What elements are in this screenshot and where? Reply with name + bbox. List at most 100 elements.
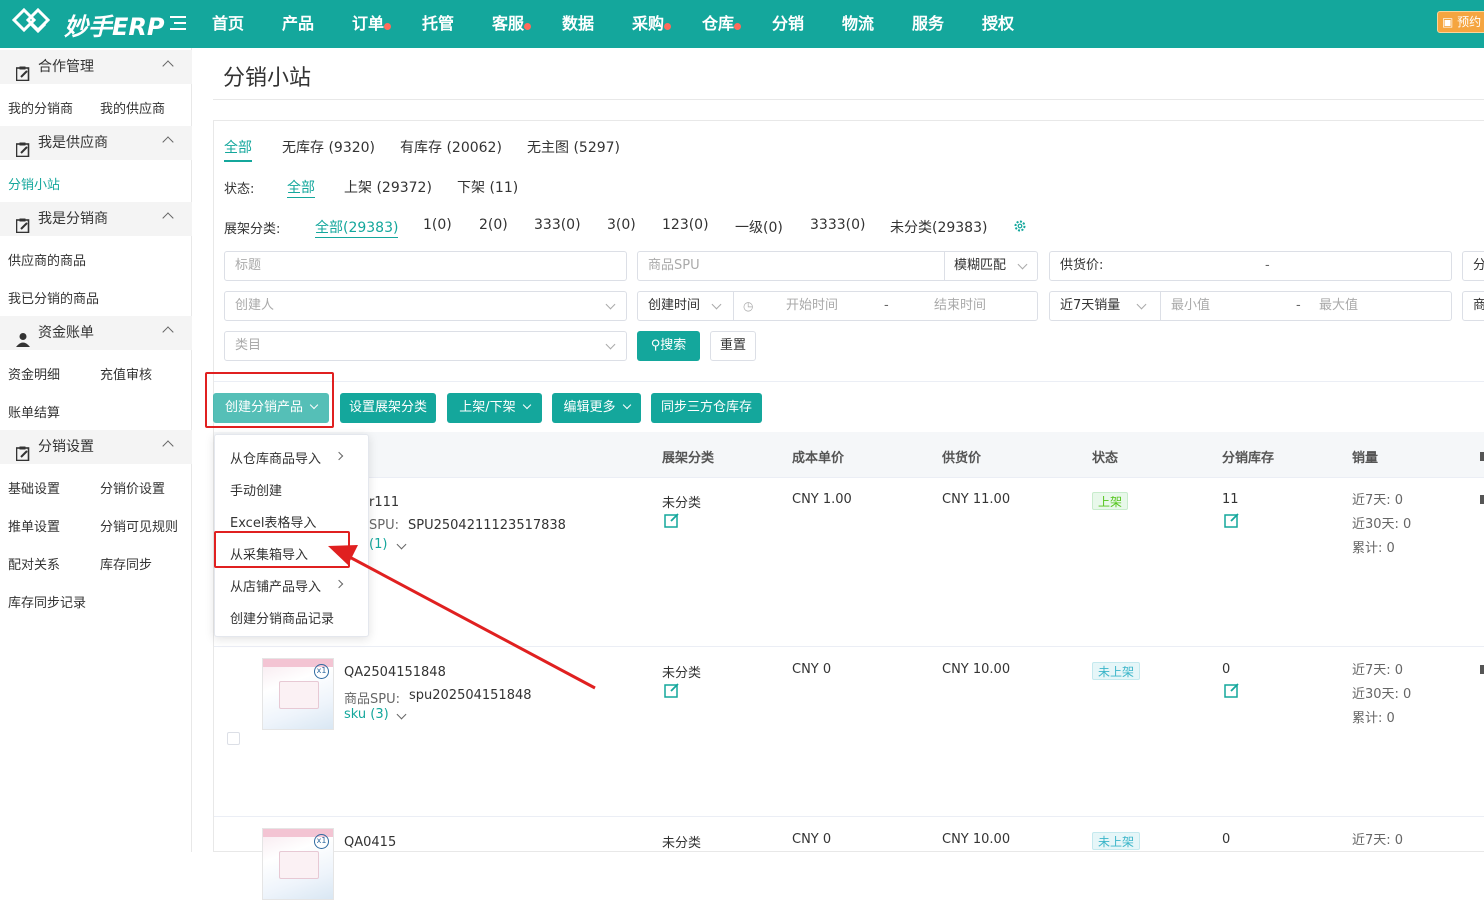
nav-item[interactable]: 订单	[352, 0, 392, 48]
status-option-all[interactable]: 全部	[287, 177, 315, 198]
category-option[interactable]: 2(0)	[479, 217, 508, 233]
sidebar-item[interactable]: 推单设置	[8, 516, 60, 535]
sidebar-section-header[interactable]: 合作管理	[0, 50, 192, 84]
sync-stock-button[interactable]: 同步三方仓库存	[651, 393, 762, 423]
creator-select[interactable]: 创建人	[224, 291, 627, 321]
nav-item[interactable]: 物流	[842, 0, 874, 48]
sidebar-item[interactable]: 基础设置	[8, 478, 60, 497]
sidebar-item[interactable]: 库存同步记录	[8, 592, 86, 611]
sales-7d: 近7天: 0	[1352, 493, 1404, 508]
divider	[214, 381, 1484, 382]
product-name[interactable]: QA0415	[344, 835, 396, 850]
sales-min-max[interactable]: 最小值 - 最大值	[1160, 292, 1452, 320]
highlight-box	[214, 531, 350, 568]
sidebar-item[interactable]: 分销价设置	[100, 478, 165, 497]
menu-item-import-warehouse[interactable]: 从仓库商品导入	[230, 448, 321, 467]
sku-toggle[interactable]: sku (3)	[344, 707, 389, 722]
product-name[interactable]: r111	[369, 495, 399, 510]
nav-item[interactable]: 产品	[282, 0, 314, 48]
tab-in-stock[interactable]: 有库存 (20062)	[400, 137, 502, 157]
highlight-box	[205, 372, 334, 428]
category-option-uncategorized[interactable]: 未分类(29383)	[890, 217, 987, 237]
sku-toggle[interactable]: (1)	[369, 537, 387, 552]
sidebar-section-header[interactable]: 我是供应商	[0, 126, 192, 160]
sidebar-item[interactable]: 我的分销商	[8, 98, 73, 117]
sidebar-section-header[interactable]: 资金账单	[0, 316, 192, 350]
category-value: 未分类	[662, 496, 702, 511]
brand-logo[interactable]: 妙手ERP	[12, 6, 164, 42]
category-option[interactable]: 3(0)	[607, 217, 636, 233]
edit-icon[interactable]	[664, 512, 680, 528]
sidebar-item[interactable]: 库存同步	[100, 554, 152, 573]
menu-item-excel-import[interactable]: Excel表格导入	[230, 512, 316, 531]
time-range[interactable]: 创建时间 ◷ 开始时间 - 结束时间	[637, 291, 1038, 321]
category-value: 未分类	[662, 666, 702, 681]
edit-icon[interactable]	[1224, 682, 1240, 698]
sidebar-section-title: 我是分销商	[38, 211, 108, 227]
menu-toggle-icon[interactable]	[170, 15, 186, 31]
product-thumbnail[interactable]: x1	[262, 658, 334, 730]
edit-more-button[interactable]: 编辑更多	[552, 393, 641, 423]
appointment-button[interactable]: ▣ 预约	[1437, 11, 1484, 33]
sidebar-section-header[interactable]: 分销设置	[0, 430, 192, 464]
status-option-on[interactable]: 上架 (29372)	[344, 177, 432, 197]
cut-off-filter[interactable]: 分	[1462, 251, 1484, 281]
category-option[interactable]: 333(0)	[534, 217, 581, 233]
cut-off-filter[interactable]: 商	[1462, 291, 1484, 321]
nav-item[interactable]: 仓库	[702, 0, 742, 48]
nav-item[interactable]: 数据	[562, 0, 594, 48]
sales-range[interactable]: 近7天销量 最小值 - 最大值	[1049, 291, 1452, 321]
nav-item[interactable]: 授权	[982, 0, 1014, 48]
product-thumbnail[interactable]: x1	[262, 828, 334, 900]
category-option[interactable]: 1(0)	[423, 217, 452, 233]
sidebar-item[interactable]: 我的供应商	[100, 98, 165, 117]
reset-button[interactable]: 重置	[710, 331, 756, 361]
sidebar-section-header[interactable]: 我是分销商	[0, 202, 192, 236]
nav-item[interactable]: 客服	[492, 0, 532, 48]
category-select[interactable]: 类目	[224, 331, 627, 361]
set-category-button[interactable]: 设置展架分类	[340, 393, 436, 423]
search-button[interactable]: ⚲搜索	[637, 331, 700, 361]
nav-item[interactable]: 服务	[912, 0, 944, 48]
tab-all[interactable]: 全部	[224, 137, 252, 162]
tab-no-stock[interactable]: 无库存 (9320)	[282, 137, 375, 157]
nav-item[interactable]: 托管	[422, 0, 454, 48]
menu-item-manual-create[interactable]: 手动创建	[230, 480, 282, 499]
sidebar-item[interactable]: 供应商的商品	[8, 250, 86, 269]
nav-item[interactable]: 首页	[212, 0, 244, 48]
category-option[interactable]: 123(0)	[662, 217, 709, 233]
status-badge: 未上架	[1092, 662, 1141, 680]
sidebar-item[interactable]: 我已分销的商品	[8, 288, 99, 307]
sidebar-item[interactable]: 分销可见规则	[100, 516, 178, 535]
shelf-toggle-button[interactable]: 上架/下架	[447, 393, 542, 423]
title-input[interactable]: 标题	[224, 251, 627, 281]
divider	[213, 99, 1484, 100]
category-option-all[interactable]: 全部(29383)	[315, 217, 399, 238]
match-mode-select[interactable]: 模糊匹配	[944, 252, 1038, 280]
gear-icon[interactable]	[1013, 219, 1027, 233]
status-option-off[interactable]: 下架 (11)	[457, 177, 518, 197]
nav-item[interactable]: 分销	[772, 0, 804, 48]
sidebar-item[interactable]: 充值审核	[100, 364, 152, 383]
stock-value: 11	[1222, 492, 1239, 507]
edit-icon[interactable]	[1224, 512, 1240, 528]
supply-price-range[interactable]: 供货价: -	[1049, 251, 1452, 281]
chevron-down-icon	[522, 400, 531, 410]
sidebar-item[interactable]: 分销小站	[8, 174, 60, 193]
tab-no-main-image[interactable]: 无主图 (5297)	[527, 137, 620, 157]
sidebar-item[interactable]: 资金明细	[8, 364, 60, 383]
row-edge	[1480, 665, 1484, 674]
category-filter-label: 展架分类:	[224, 222, 281, 237]
menu-item-store-import[interactable]: 从店铺产品导入	[230, 576, 321, 595]
category-option[interactable]: 一级(0)	[735, 217, 783, 237]
date-range-picker[interactable]: ◷ 开始时间 - 结束时间	[733, 292, 1038, 320]
row-checkbox[interactable]	[227, 732, 240, 745]
product-name[interactable]: QA2504151848	[344, 665, 446, 680]
nav-item[interactable]: 采购	[632, 0, 672, 48]
category-option[interactable]: 3333(0)	[810, 217, 865, 233]
menu-item-create-record[interactable]: 创建分销商品记录	[230, 608, 334, 627]
spu-input[interactable]: 商品SPU 模糊匹配	[637, 251, 1038, 281]
edit-icon[interactable]	[664, 682, 680, 698]
sidebar-item[interactable]: 账单结算	[8, 402, 60, 421]
sidebar-item[interactable]: 配对关系	[8, 554, 60, 573]
